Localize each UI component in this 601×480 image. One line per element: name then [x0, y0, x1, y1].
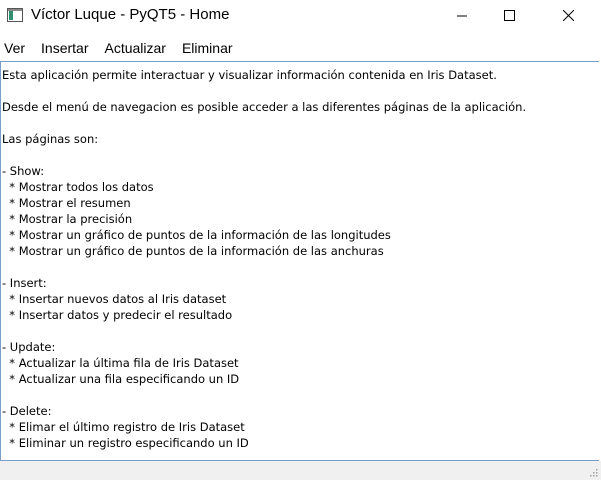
text-line: * Eliminar un registro especificando un …: [2, 436, 249, 450]
close-button[interactable]: [545, 0, 591, 32]
maximize-icon: [504, 10, 515, 21]
text-line: * Actualizar la última fila de Iris Data…: [2, 356, 239, 370]
text-line: [2, 147, 599, 163]
info-text-area[interactable]: Esta aplicación permite interactuar y vi…: [0, 61, 599, 461]
size-grip-icon[interactable]: [589, 468, 598, 477]
text-line: - Insert:: [2, 276, 47, 290]
text-line: * Mostrar la precisión: [2, 212, 133, 226]
text-line: Las páginas son:: [2, 132, 99, 146]
text-line: - Delete:: [2, 404, 52, 418]
text-line: * Mostrar un gráfico de puntos de la inf…: [2, 228, 391, 242]
text-line: Esta aplicación permite interactuar y vi…: [2, 68, 497, 82]
text-line: [2, 83, 599, 99]
text-line: * Mostrar el resumen: [2, 196, 131, 210]
text-line: * Elimar el último registro de Iris Data…: [2, 420, 245, 434]
text-line: - Show:: [2, 164, 45, 178]
window-title: Víctor Luque - PyQT5 - Home: [31, 6, 230, 23]
menu-insertar[interactable]: Insertar: [37, 40, 92, 56]
main-window: Víctor Luque - PyQT5 - Home Ver Insertar…: [0, 0, 601, 480]
text-line: [2, 387, 599, 403]
text-line: * Actualizar una fila especificando un I…: [2, 372, 240, 386]
text-line: * Insertar datos y predecir el resultado: [2, 308, 233, 322]
text-line: [2, 115, 599, 131]
text-line: * Insertar nuevos datos al Iris dataset: [2, 292, 227, 306]
text-line: [2, 323, 599, 339]
text-line: - Update:: [2, 340, 56, 354]
minimize-button[interactable]: [439, 0, 485, 32]
info-text-content: Esta aplicación permite interactuar y vi…: [1, 62, 599, 451]
menu-actualizar[interactable]: Actualizar: [100, 40, 169, 56]
menu-eliminar[interactable]: Eliminar: [178, 40, 237, 56]
menu-ver[interactable]: Ver: [0, 40, 29, 56]
title-bar[interactable]: Víctor Luque - PyQT5 - Home: [0, 0, 601, 32]
text-line: [2, 259, 599, 275]
app-window-icon: [7, 8, 23, 22]
text-line: * Mostrar un gráfico de puntos de la inf…: [2, 244, 384, 258]
status-bar: [0, 461, 601, 480]
close-icon: [563, 10, 574, 21]
minimize-icon: [457, 15, 467, 17]
menu-bar: Ver Insertar Actualizar Eliminar: [0, 36, 601, 60]
text-line: Desde el menú de navegacion es posible a…: [2, 100, 527, 114]
text-line: * Mostrar todos los datos: [2, 180, 154, 194]
maximize-button[interactable]: [486, 0, 532, 32]
